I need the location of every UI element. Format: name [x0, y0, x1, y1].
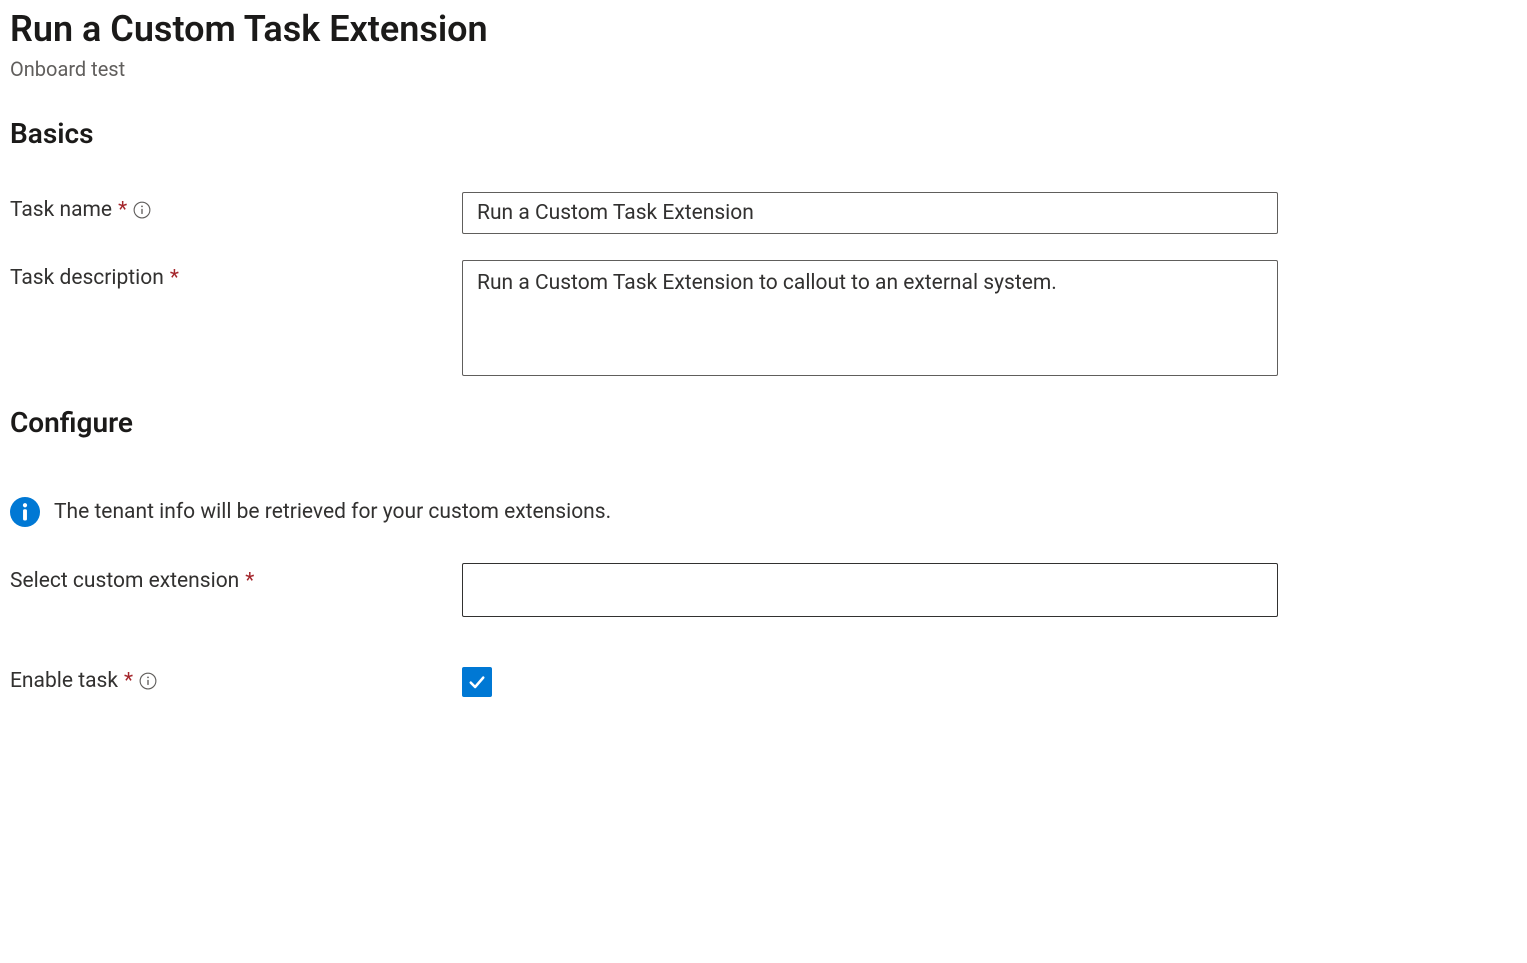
enable-task-checkbox[interactable]	[462, 667, 492, 697]
enable-task-label-text: Enable task	[10, 669, 118, 693]
task-description-input[interactable]	[462, 260, 1278, 376]
required-marker: *	[170, 266, 179, 290]
info-filled-icon	[10, 497, 40, 527]
select-extension-label-text: Select custom extension	[10, 569, 239, 593]
page-subtitle: Onboard test	[10, 57, 1517, 81]
task-name-label-text: Task name	[10, 198, 112, 222]
required-marker: *	[118, 198, 127, 222]
task-description-label-text: Task description	[10, 266, 164, 290]
info-icon[interactable]	[133, 201, 151, 219]
select-extension-row: Select custom extension *	[10, 563, 1517, 617]
task-description-row: Task description *	[10, 260, 1517, 380]
info-banner: The tenant info will be retrieved for yo…	[10, 497, 1517, 527]
info-banner-text: The tenant info will be retrieved for yo…	[54, 500, 611, 524]
section-heading-configure: Configure	[10, 406, 1517, 439]
select-extension-label: Select custom extension *	[10, 563, 462, 593]
task-name-input[interactable]	[462, 192, 1278, 234]
enable-task-label: Enable task *	[10, 667, 462, 693]
required-marker: *	[245, 569, 254, 593]
required-marker: *	[124, 669, 133, 693]
select-extension-input[interactable]	[462, 563, 1278, 617]
section-heading-basics: Basics	[10, 117, 1517, 150]
info-icon[interactable]	[139, 672, 157, 690]
enable-task-row: Enable task *	[10, 667, 1517, 697]
task-name-label: Task name *	[10, 192, 462, 222]
page-title: Run a Custom Task Extension	[10, 8, 1517, 51]
task-name-row: Task name *	[10, 192, 1517, 234]
task-description-label: Task description *	[10, 260, 462, 290]
